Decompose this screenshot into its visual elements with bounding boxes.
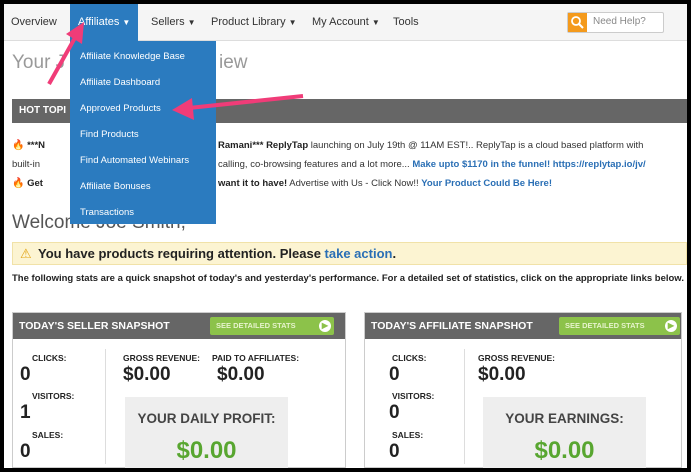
seller-profit-value: $0.00	[176, 437, 237, 464]
nav-tools[interactable]: Tools	[393, 4, 419, 41]
nav-sellers[interactable]: Sellers ▼	[151, 4, 196, 41]
affiliate-divider	[464, 349, 465, 464]
seller-panel-title: TODAY'S SELLER SNAPSHOT	[19, 320, 170, 332]
ticker1-d: launching on July 19th @ 11AM EST!.. Rep…	[310, 140, 644, 151]
caret-down-icon: ▼	[122, 18, 131, 27]
affiliate-snapshot-panel: TODAY'S AFFILIATE SNAPSHOT SEE DETAILED …	[364, 312, 682, 468]
affiliate-visitors-label: VISITORS:	[392, 391, 435, 401]
ticker3-link[interactable]: Your Product Could Be Here!	[421, 178, 552, 189]
affiliate-panel-header: TODAY'S AFFILIATE SNAPSHOT SEE DETAILED …	[365, 313, 681, 339]
attention-alert: ⚠ You have products requiring attention.…	[12, 242, 687, 265]
ticker2-b: calling, co-browsing features and a lot …	[218, 159, 410, 170]
affiliates-dropdown-menu: Affiliate Knowledge Base Affiliate Dashb…	[70, 41, 216, 224]
seller-gross-value: $0.00	[123, 364, 171, 385]
alert-message: You have products requiring attention. P…	[38, 246, 321, 261]
affiliate-gross-label: GROSS REVENUE:	[478, 353, 555, 363]
ticker-line-1b[interactable]: Ramani*** ReplyTap launching on July 19t…	[218, 140, 643, 151]
ticker1-a: ***N	[27, 140, 46, 151]
flame-icon: 🔥	[12, 140, 25, 151]
affiliate-sales-value: 0	[389, 441, 400, 462]
affiliate-earnings-value: $0.00	[534, 437, 595, 464]
seller-detailed-stats-button[interactable]: SEE DETAILED STATS ▶	[210, 317, 334, 335]
seller-paid-label: PAID TO AFFILIATES:	[212, 353, 300, 363]
ticker2-link[interactable]: Make upto $1170 in the funnel! https://r…	[412, 159, 645, 170]
affiliate-detail-label: SEE DETAILED STATS	[565, 321, 645, 330]
seller-profit-label: YOUR DAILY PROFIT:	[137, 411, 276, 426]
caret-down-icon: ▼	[371, 18, 380, 27]
seller-panel-header: TODAY'S SELLER SNAPSHOT SEE DETAILED STA…	[13, 313, 345, 339]
page-title: Your J	[12, 52, 66, 73]
seller-sales-label: SALES:	[32, 430, 64, 440]
nav-product-library[interactable]: Product Library ▼	[211, 4, 297, 41]
seller-clicks-label: CLICKS:	[32, 353, 67, 363]
ticker1-c: ReplyTap	[266, 140, 309, 151]
seller-paid-value: $0.00	[217, 364, 265, 385]
stats-note: The following stats are a quick snapshot…	[12, 273, 684, 284]
affiliate-clicks-label: CLICKS:	[392, 353, 427, 363]
affiliate-gross-value: $0.00	[478, 364, 526, 385]
seller-sales-value: 0	[20, 441, 31, 462]
nav-sellers-label: Sellers	[151, 16, 185, 28]
warning-icon: ⚠	[20, 246, 32, 261]
alert-end: .	[392, 246, 397, 261]
seller-visitors-value: 1	[20, 402, 31, 423]
page-frame: Overview Affiliates ▼ Sellers ▼ Product Li…	[4, 4, 687, 468]
menu-item-find-products[interactable]: Find Products	[80, 129, 139, 140]
help-search-box[interactable]: Need Help?	[567, 12, 664, 33]
menu-item-knowledge-base[interactable]: Affiliate Knowledge Base	[80, 51, 185, 62]
flame-icon: 🔥	[12, 178, 25, 189]
nav-affiliates-label: Affiliates	[78, 16, 120, 28]
menu-item-bonuses[interactable]: Affiliate Bonuses	[80, 181, 151, 192]
seller-profit-box: YOUR DAILY PROFIT: $0.00	[125, 397, 288, 468]
seller-detail-label: SEE DETAILED STATS	[216, 321, 296, 330]
nav-my-account-label: My Account	[312, 16, 369, 28]
play-circle-icon: ▶	[319, 320, 331, 332]
top-nav: Overview Affiliates ▼ Sellers ▼ Product Li…	[4, 4, 687, 41]
affiliate-detailed-stats-button[interactable]: SEE DETAILED STATS ▶	[559, 317, 680, 335]
nav-overview[interactable]: Overview	[11, 4, 57, 41]
alert-text: You have products requiring attention. P…	[38, 246, 396, 261]
ticker1-b: Ramani***	[218, 140, 264, 151]
nav-product-library-label: Product Library	[211, 16, 286, 28]
ticker-line-1: 🔥 ***N	[12, 140, 45, 151]
help-placeholder: Need Help?	[593, 16, 646, 27]
menu-item-transactions[interactable]: Transactions	[80, 207, 134, 218]
menu-item-approved-products[interactable]: Approved Products	[80, 103, 161, 114]
caret-down-icon: ▼	[187, 18, 196, 27]
seller-visitors-label: VISITORS:	[32, 391, 75, 401]
ticker-line-2: built-in	[12, 159, 40, 170]
ticker-line-3: 🔥 Get	[12, 178, 43, 189]
seller-clicks-value: 0	[20, 364, 31, 385]
seller-gross-label: GROSS REVENUE:	[123, 353, 200, 363]
affiliate-earnings-label: YOUR EARNINGS:	[505, 411, 624, 426]
ticker3-b: want it to have!	[218, 178, 288, 189]
ticker2-a: built-in	[12, 159, 40, 170]
ticker-line-3b: want it to have! Advertise with Us - Cli…	[218, 178, 552, 189]
ticker3-a: Get	[27, 178, 43, 189]
take-action-link[interactable]: take action	[325, 246, 393, 261]
affiliate-earnings-box: YOUR EARNINGS: $0.00	[483, 397, 646, 468]
hot-topics-label: HOT TOPI	[19, 105, 67, 116]
ticker3-c: Advertise with Us - Click Now!!	[289, 178, 419, 189]
play-circle-icon: ▶	[665, 320, 677, 332]
nav-affiliates[interactable]: Affiliates ▼	[70, 4, 139, 41]
menu-item-dashboard[interactable]: Affiliate Dashboard	[80, 77, 160, 88]
affiliate-clicks-value: 0	[389, 364, 400, 385]
menu-item-automated-webinars[interactable]: Find Automated Webinars	[80, 155, 189, 166]
seller-divider	[105, 349, 106, 464]
affiliate-panel-title: TODAY'S AFFILIATE SNAPSHOT	[371, 320, 533, 332]
affiliate-sales-label: SALES:	[392, 430, 424, 440]
affiliate-visitors-value: 0	[389, 402, 400, 423]
page-title-tail: iew	[219, 52, 248, 73]
caret-down-icon: ▼	[288, 18, 297, 27]
search-icon[interactable]	[568, 13, 587, 32]
seller-snapshot-panel: TODAY'S SELLER SNAPSHOT SEE DETAILED STA…	[12, 312, 346, 468]
nav-my-account[interactable]: My Account ▼	[312, 4, 380, 41]
ticker-line-2b: calling, co-browsing features and a lot …	[218, 159, 646, 170]
